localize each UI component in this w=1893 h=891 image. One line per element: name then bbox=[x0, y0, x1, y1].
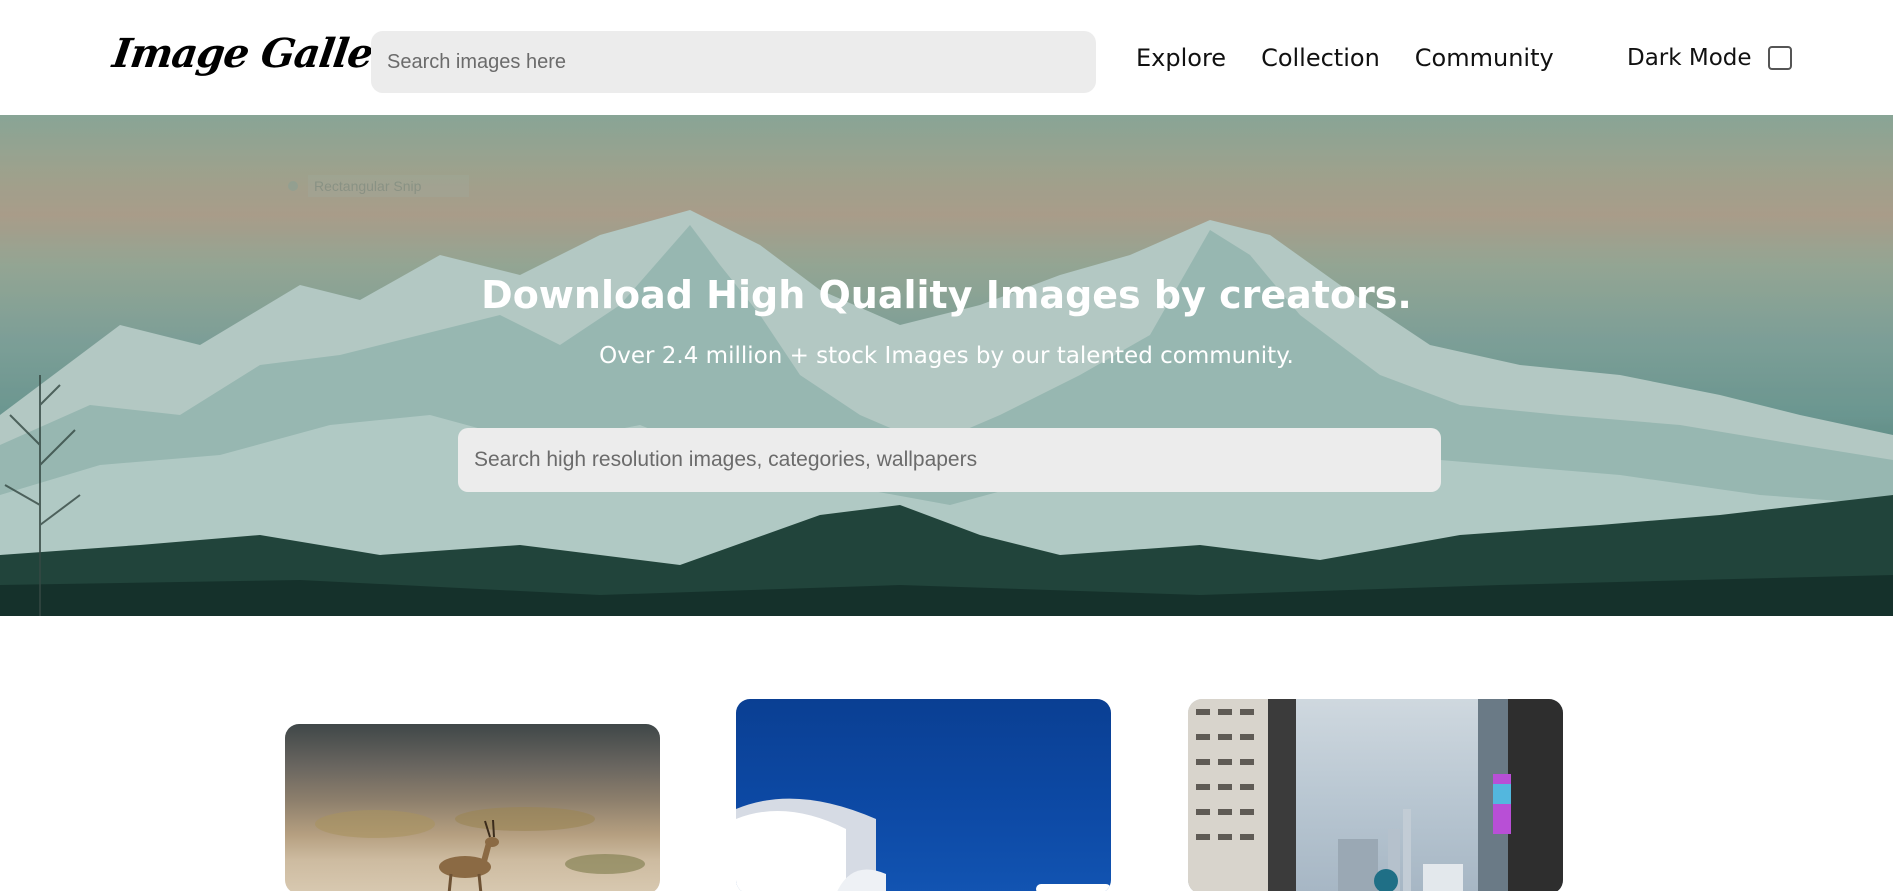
nav-link-collection[interactable]: Collection bbox=[1261, 44, 1380, 72]
city-skyscrapers-image bbox=[1188, 699, 1563, 891]
hero-subtitle: Over 2.4 million + stock Images by our t… bbox=[599, 343, 1294, 369]
gallery-card-architecture[interactable] bbox=[736, 699, 1111, 891]
gallery-card-gazelle[interactable] bbox=[285, 724, 660, 891]
snip-label: Rectangular Snip bbox=[308, 175, 470, 197]
hero-banner: Rectangular Snip Download High Quality I… bbox=[0, 115, 1893, 616]
dark-mode-toggle: Dark Mode bbox=[1627, 45, 1792, 71]
gallery-card-city[interactable] bbox=[1188, 699, 1563, 891]
rectangular-snip-hint: Rectangular Snip bbox=[288, 175, 470, 197]
snip-icon bbox=[288, 181, 298, 191]
dark-mode-label: Dark Mode bbox=[1627, 45, 1752, 71]
hero-search-input[interactable] bbox=[458, 428, 1441, 492]
hero-title: Download High Quality Images by creators… bbox=[481, 273, 1412, 317]
gazelle-image bbox=[315, 807, 645, 891]
top-navbar: Image Gallery Explore Collection Communi… bbox=[0, 0, 1893, 115]
nav-links: Explore Collection Community bbox=[1136, 44, 1554, 72]
header-search-input[interactable] bbox=[371, 31, 1096, 93]
dark-mode-checkbox[interactable] bbox=[1767, 46, 1792, 70]
nav-link-explore[interactable]: Explore bbox=[1136, 44, 1226, 72]
white-architecture-image bbox=[736, 798, 1111, 891]
nav-link-community[interactable]: Community bbox=[1415, 44, 1554, 72]
